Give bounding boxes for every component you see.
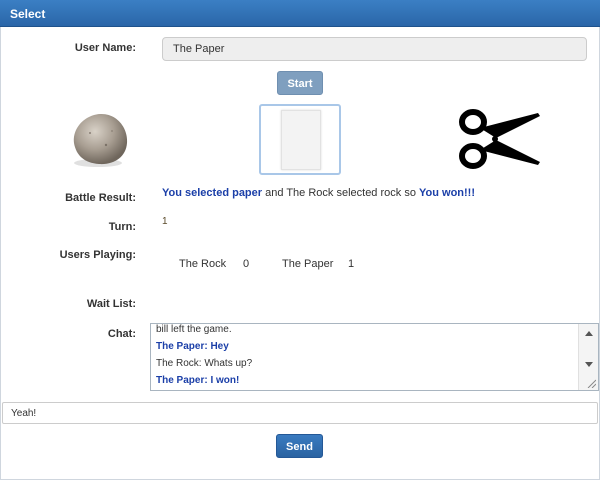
battle-result-text: You selected paper and The Rock selected… [162, 187, 475, 199]
scroll-down-arrow-icon[interactable] [585, 362, 593, 367]
scissors-choice[interactable] [456, 104, 544, 174]
result-outcome: You won!!! [419, 187, 475, 199]
result-selection: You selected paper [162, 187, 263, 199]
scissors-icon [459, 109, 540, 169]
rock-choice[interactable] [66, 105, 132, 171]
paper-choice[interactable] [259, 104, 341, 175]
battle-result-label: Battle Result: [65, 192, 136, 204]
username-label: User Name: [74, 42, 136, 54]
window-title: Select [10, 7, 46, 21]
paper-icon [281, 110, 321, 170]
users-playing-label: Users Playing: [59, 249, 136, 261]
chat-label: Chat: [107, 328, 136, 340]
rock-icon [73, 113, 128, 167]
chat-message-input[interactable] [2, 402, 598, 424]
turn-label: Turn: [108, 221, 136, 233]
username-field[interactable] [162, 37, 587, 61]
chat-log[interactable]: bill left the game. The Paper: Hey The R… [150, 323, 599, 391]
resize-grip-icon[interactable] [586, 378, 596, 388]
send-button[interactable]: Send [276, 434, 323, 458]
result-middle: and The Rock selected rock so [262, 187, 419, 199]
wait-list-label: Wait List: [86, 298, 136, 310]
chat-message: The Rock: Whats up? [156, 358, 253, 369]
start-button[interactable]: Start [277, 71, 323, 95]
player-score: 0 [243, 258, 250, 270]
player-name: The Paper [282, 258, 334, 270]
title-bar: Select [0, 0, 600, 27]
chat-message: bill left the game. [156, 324, 232, 335]
chat-message: The Paper: I won! [156, 375, 240, 386]
turn-value: 1 [162, 216, 168, 227]
player-score: 1 [348, 258, 355, 270]
scroll-up-arrow-icon[interactable] [585, 331, 593, 336]
chat-message: The Paper: Hey [156, 341, 229, 352]
player-name: The Rock [179, 258, 227, 270]
